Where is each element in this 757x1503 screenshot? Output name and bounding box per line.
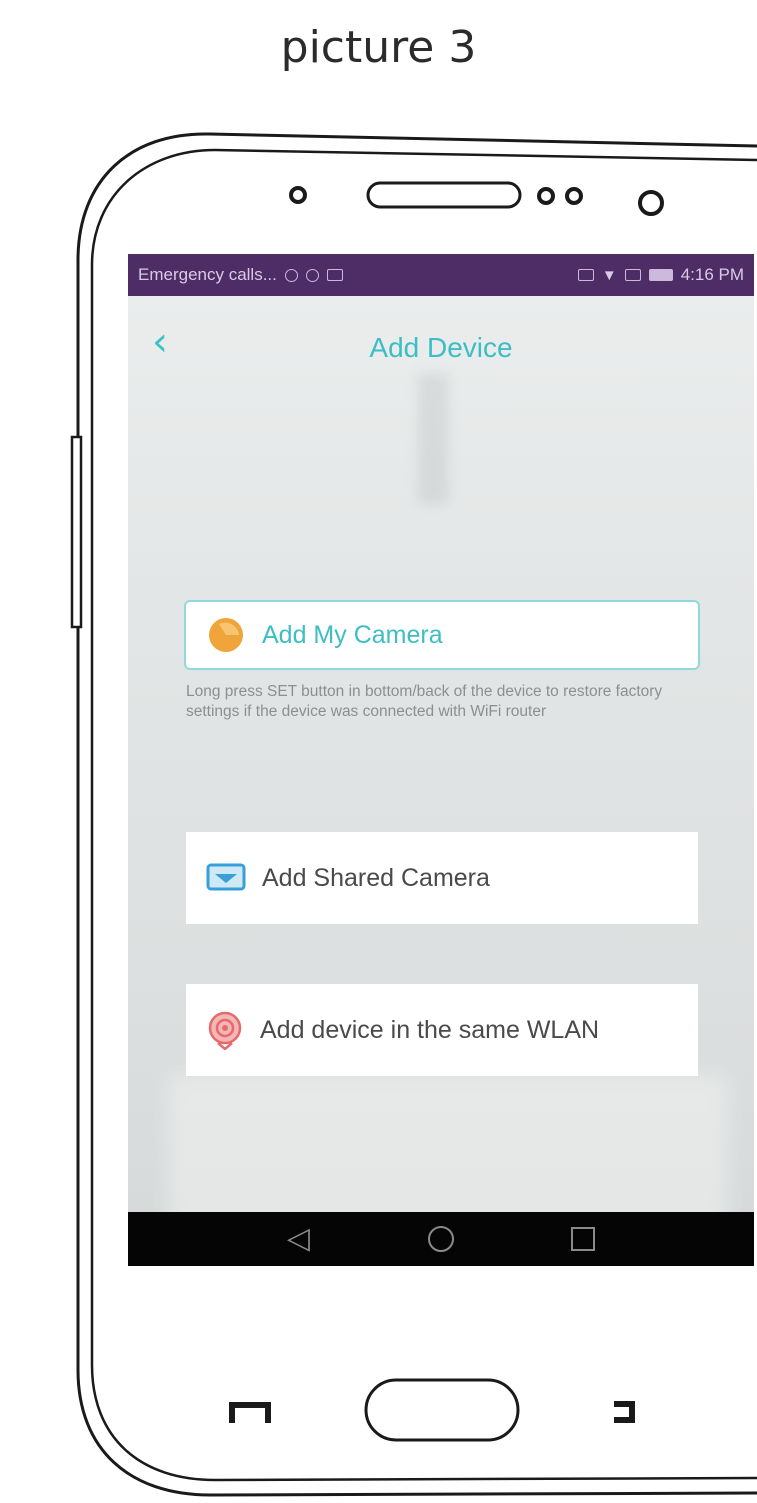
add-wlan-device-label: Add device in the same WLAN (260, 1015, 600, 1044)
add-wlan-device-button[interactable]: Add device in the same WLAN (186, 984, 698, 1076)
reset-hint-text: Long press SET button in bottom/back of … (186, 683, 663, 720)
sync-icon (284, 268, 298, 282)
hw-menu-key (229, 1402, 271, 1423)
status-left-text: Emergency calls... (138, 265, 277, 284)
alarm-icon (305, 268, 319, 282)
shared-screen-icon (206, 863, 246, 891)
sim-icon (624, 269, 641, 281)
earpiece (366, 181, 522, 209)
add-shared-camera-button[interactable]: Add Shared Camera (186, 832, 698, 924)
battery-icon (648, 269, 673, 281)
nfc-icon (577, 269, 594, 281)
status-time: 4:16 PM (680, 265, 744, 284)
page-title: Add Device (369, 332, 513, 363)
sensor-dot (565, 187, 583, 205)
front-sensor (289, 186, 307, 204)
camera-icon (209, 618, 243, 652)
front-camera (638, 190, 664, 216)
side-button (70, 435, 83, 629)
add-my-camera-button[interactable]: Add My Camera (184, 600, 700, 670)
hw-back-key (614, 1401, 635, 1423)
add-shared-camera-label: Add Shared Camera (262, 863, 490, 892)
hw-home-button (364, 1378, 520, 1442)
android-nav-bar: ◁ (128, 1212, 754, 1266)
status-bar: Emergency calls... ▼ 4:16 PM (128, 254, 754, 296)
image-icon (326, 269, 343, 281)
wifi-icon: ▼ (601, 266, 617, 284)
square-recents-icon[interactable] (571, 1227, 596, 1251)
wlan-icon (208, 1011, 242, 1050)
circle-home-icon[interactable] (427, 1226, 454, 1252)
triangle-back-icon[interactable]: ◁ (287, 1224, 310, 1254)
sensor-dot (537, 187, 555, 205)
phone-screen: Emergency calls... ▼ 4:16 PM ‹ Add Devic… (128, 254, 754, 1266)
add-my-camera-label: Add My Camera (262, 620, 443, 649)
